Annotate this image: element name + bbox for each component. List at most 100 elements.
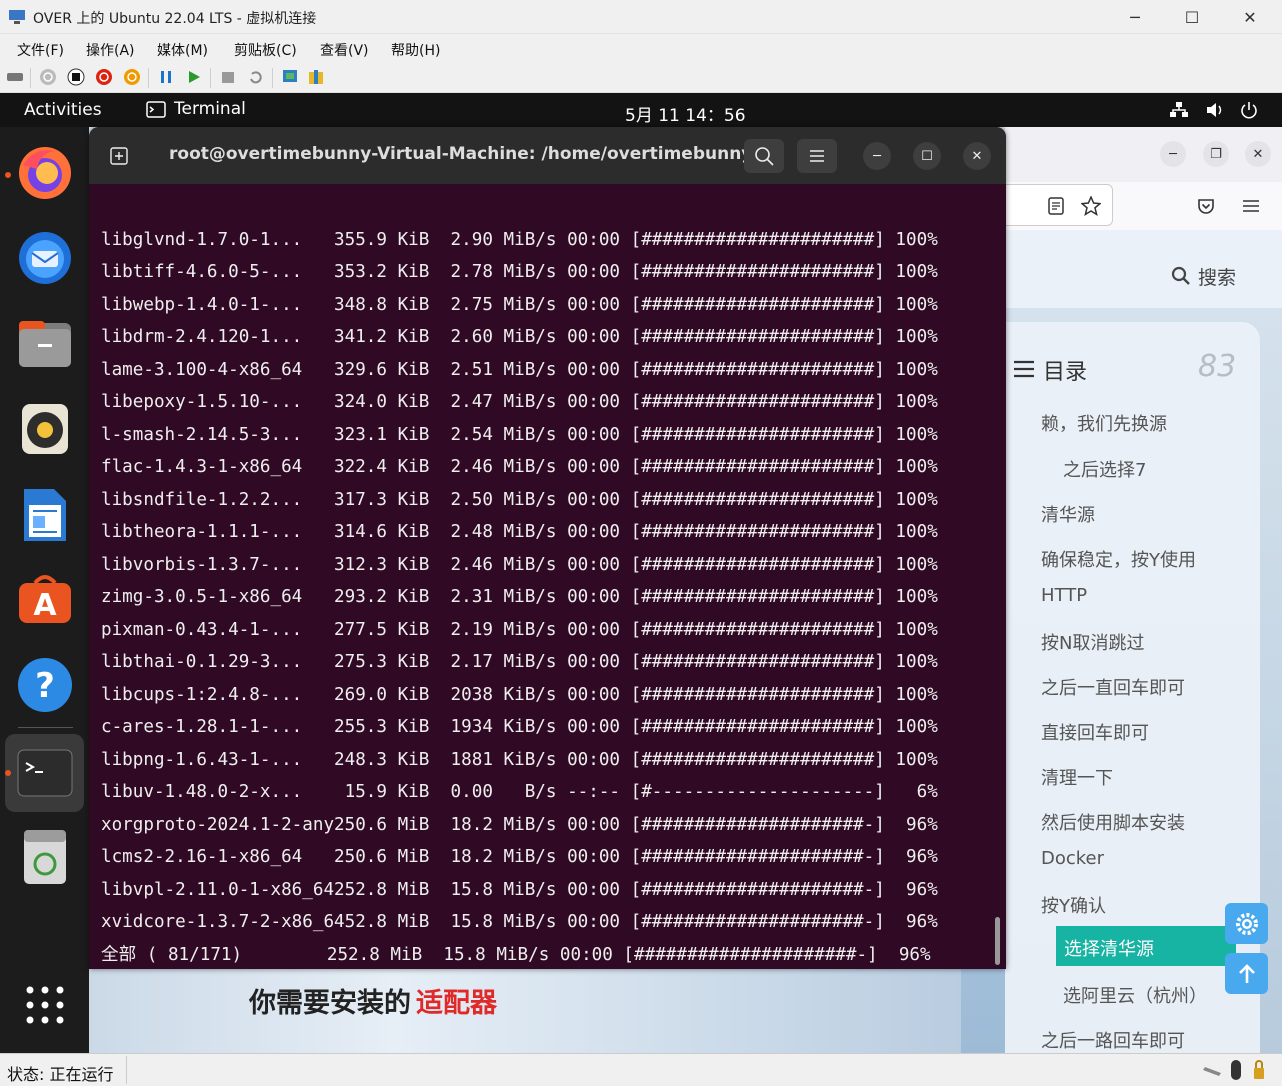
activities-button[interactable]: Activities — [24, 100, 102, 120]
close-button[interactable]: ✕ — [1228, 4, 1272, 30]
terminal-headerbar: root@overtimebunny-Virtual-Machine: /hom… — [89, 127, 1006, 184]
rhythmbox-icon[interactable] — [15, 399, 75, 459]
start-icon[interactable] — [39, 68, 57, 86]
ubuntu-dock: A ? — [0, 127, 89, 1053]
output-line: lcms2-2.16-1-x86_64 250.6 MiB 18.2 MiB/s… — [101, 847, 938, 867]
ff-close-button[interactable]: ✕ — [1245, 141, 1271, 167]
terminal-minimize-button[interactable]: ─ — [863, 142, 891, 170]
output-line: xorgproto-2024.1-2-any250.6 MiB 18.2 MiB… — [101, 814, 938, 835]
toc-item[interactable]: 之后一路回车即可 — [1041, 1027, 1185, 1053]
new-tab-button[interactable] — [99, 139, 139, 173]
files-icon[interactable] — [15, 313, 75, 373]
libreoffice-writer-icon[interactable] — [15, 485, 75, 545]
toc-item[interactable]: 清华源 — [1041, 501, 1095, 527]
terminal-dock-icon[interactable] — [15, 743, 75, 803]
firefox-titlebar: ─ ❐ ✕ — [1005, 127, 1282, 182]
toc-item[interactable]: 按Y确认 — [1041, 892, 1106, 918]
output-line: libtheora-1.1.1-... 314.6 KiB 2.48 MiB/s… — [101, 522, 938, 542]
output-line: c-ares-1.28.1-1-... 255.3 KiB 1934 KiB/s… — [101, 717, 938, 737]
share-icon[interactable] — [307, 68, 325, 86]
terminal-close-button[interactable]: ✕ — [963, 142, 991, 170]
toc-item[interactable]: 确保稳定，按Y使用 — [1041, 546, 1196, 572]
save-state-icon[interactable] — [123, 68, 141, 86]
show-apps-icon[interactable] — [15, 975, 75, 1035]
output-line: zimg-3.0.5-1-x86_64 293.2 KiB 2.31 MiB/s… — [101, 587, 938, 607]
page-search[interactable]: 搜索 — [1005, 230, 1282, 308]
window-title: OVER 上的 Ubuntu 22.04 LTS - 虚拟机连接 — [33, 11, 317, 27]
app-center-icon[interactable]: A — [15, 569, 75, 629]
toc-item[interactable]: Docker — [1041, 848, 1104, 869]
help-icon[interactable]: ? — [15, 655, 75, 715]
back-to-top-button[interactable] — [1225, 953, 1268, 994]
pause-icon[interactable] — [157, 68, 175, 86]
toc-item[interactable]: 按N取消跳过 — [1041, 629, 1144, 655]
gnome-top-bar: Activities Terminal 5月 11 14：56 — [0, 93, 1282, 127]
bookmark-star-icon[interactable] — [1081, 196, 1101, 216]
terminal-app-menu[interactable]: Terminal — [146, 99, 246, 119]
firefox-icon[interactable] — [15, 143, 75, 203]
trash-icon[interactable] — [15, 827, 75, 887]
ff-minimize-button[interactable]: ─ — [1160, 141, 1186, 167]
toc-item[interactable]: 清理一下 — [1041, 764, 1113, 790]
output-line: flac-1.4.3-1-x86_64 322.4 KiB 2.46 MiB/s… — [101, 457, 938, 477]
power-icon[interactable] — [1240, 101, 1258, 119]
checkpoint-icon[interactable] — [219, 68, 237, 86]
menu-view[interactable]: 查看(V) — [320, 40, 369, 60]
output-line: lame-3.100-4-x86_64 329.6 KiB 2.51 MiB/s… — [101, 359, 938, 380]
toc-item-active-label: 选择清华源 — [1064, 939, 1154, 960]
settings-float-button[interactable] — [1225, 903, 1268, 944]
menu-hamburger-icon[interactable] — [1242, 199, 1260, 213]
output-line: libwebp-1.4.0-1-... 348.8 KiB 2.75 MiB/s… — [101, 294, 938, 315]
terminal-scrollbar[interactable] — [995, 917, 1000, 965]
terminal-maximize-button[interactable]: ☐ — [913, 142, 941, 170]
enhanced-session-icon[interactable] — [281, 68, 299, 86]
terminal-running-indicator — [5, 770, 11, 776]
terminal-output[interactable]: libglvnd-1.7.0-1... 355.9 KiB 2.90 MiB/s… — [101, 191, 938, 969]
resume-icon[interactable] — [185, 68, 203, 86]
output-line: libpng-1.6.43-1-... 248.3 KiB 1881 KiB/s… — [101, 749, 938, 770]
gear-icon — [1235, 912, 1258, 935]
toc-item[interactable]: 之后一直回车即可 — [1041, 674, 1185, 700]
toc-item-active[interactable]: 选择清华源 — [1056, 926, 1236, 966]
output-line: libuv-1.48.0-2-x... 15.9 KiB 0.00 B/s --… — [101, 782, 938, 802]
svg-text:A: A — [33, 588, 57, 623]
new-tab-icon — [110, 147, 128, 165]
thunderbird-icon[interactable] — [15, 227, 75, 287]
pocket-icon[interactable] — [1197, 197, 1215, 215]
toc-item[interactable]: 选阿里云（杭州） — [1063, 982, 1207, 1008]
ff-restore-button[interactable]: ❐ — [1203, 141, 1229, 167]
toc-item[interactable]: 直接回车即可 — [1041, 719, 1149, 745]
maximize-button[interactable]: ☐ — [1170, 4, 1214, 30]
url-bar[interactable] — [1005, 184, 1113, 226]
reader-view-icon[interactable] — [1048, 197, 1064, 215]
toc-list-icon — [1014, 360, 1034, 378]
output-line: libvpl-2.11.0-1-x86_64252.8 MiB 15.8 MiB… — [101, 879, 938, 900]
terminal-search-button[interactable] — [744, 139, 784, 173]
clock[interactable]: 5月 11 14：56 — [625, 101, 746, 126]
search-icon — [1171, 266, 1190, 285]
toc-item[interactable]: 然后使用脚本安装 — [1041, 809, 1185, 835]
mouse-icon — [1231, 1060, 1241, 1080]
output-line: libtiff-4.6.0-5-... 353.2 KiB 2.78 MiB/s… — [101, 262, 938, 282]
banner-highlight: 适配器 — [416, 988, 497, 1019]
terminal-menu-button[interactable] — [797, 139, 837, 173]
menu-media[interactable]: 媒体(M) — [157, 40, 208, 60]
toc-count: 83 — [1198, 349, 1237, 384]
shutdown-icon[interactable] — [95, 68, 113, 86]
menu-help[interactable]: 帮助(H) — [391, 40, 440, 60]
menu-clipboard[interactable]: 剪贴板(C) — [234, 40, 297, 60]
toc-item[interactable]: HTTP — [1041, 585, 1087, 606]
minimize-button[interactable]: ─ — [1113, 4, 1157, 30]
ctrl-alt-del-icon[interactable] — [6, 68, 24, 86]
terminal-app-label: Terminal — [174, 99, 246, 119]
volume-icon[interactable] — [1205, 101, 1225, 119]
network-icon[interactable] — [1169, 101, 1189, 119]
toc-item[interactable]: 赖，我们先换源 — [1041, 410, 1167, 436]
terminal-icon — [146, 100, 166, 118]
toc-item[interactable]: 之后选择7 — [1063, 456, 1146, 482]
turn-off-icon[interactable] — [67, 68, 85, 86]
revert-icon[interactable] — [247, 68, 265, 86]
terminal-title: root@overtimebunny-Virtual-Machine: /hom… — [169, 144, 753, 164]
menu-action[interactable]: 操作(A) — [86, 40, 135, 60]
menu-file[interactable]: 文件(F) — [17, 40, 64, 60]
